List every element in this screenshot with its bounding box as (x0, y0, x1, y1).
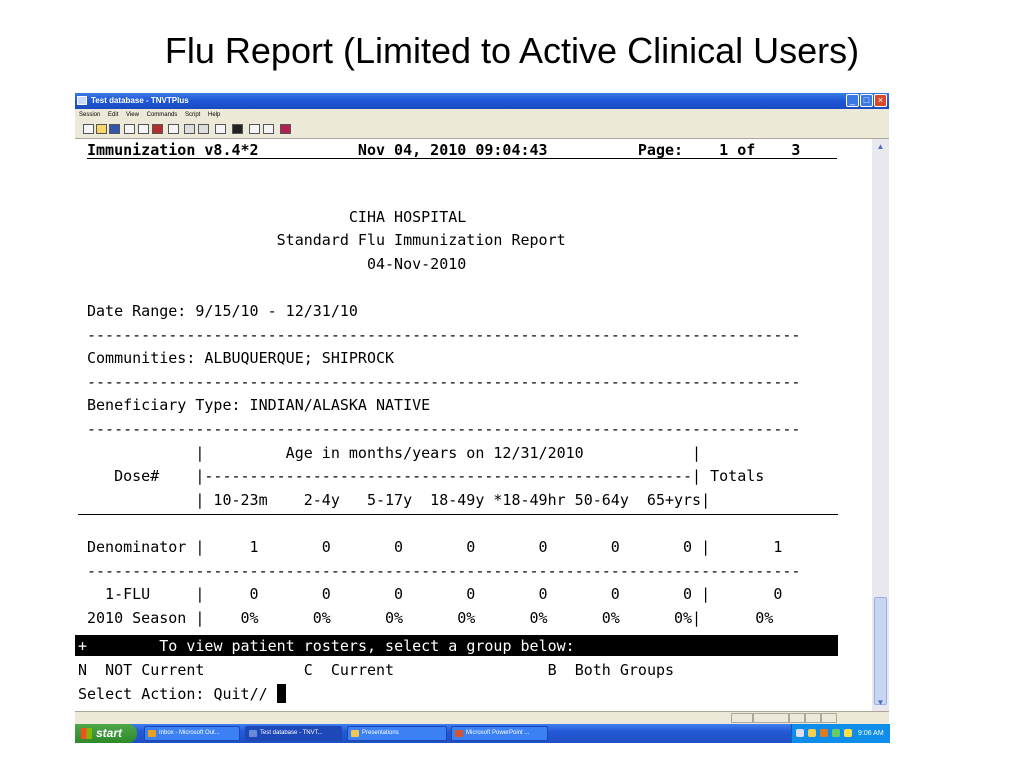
select-action-text: Select Action: Quit// (78, 685, 277, 703)
group-options: N NOT Current C Current B Both Groups (78, 661, 675, 679)
status-cell (731, 713, 753, 723)
menu-edit[interactable]: Edit (108, 112, 118, 118)
maximize-button[interactable]: □ (860, 94, 873, 107)
report-line: ----------------------------------------… (87, 420, 801, 438)
system-tray: 9:06 AM (791, 724, 890, 743)
menu-session[interactable]: Session (79, 112, 100, 118)
terminal-screen[interactable]: Immunization v8.4*2 Nov 04, 2010 09:04:4… (75, 139, 872, 711)
macro-icon[interactable] (263, 124, 274, 134)
toolbar (75, 121, 889, 139)
taskbar-button-presentations[interactable]: Presentations (347, 726, 447, 741)
report-line: Standard Flu Immunization Report (87, 231, 566, 250)
scroll-thumb[interactable] (874, 597, 887, 705)
minimize-button[interactable]: _ (846, 94, 859, 107)
header-underline (87, 158, 837, 159)
select-action-prompt[interactable]: Select Action: Quit// (78, 684, 286, 703)
report-line: Denominator | 1 0 0 0 0 0 0 | 1 (87, 538, 783, 556)
window-title: Test database - TNVTPlus (91, 96, 189, 105)
taskbar-button-powerpoint[interactable]: Microsoft PowerPoint ... (451, 726, 548, 741)
tray-mail-icon[interactable] (808, 729, 816, 737)
start-button[interactable]: start (75, 724, 137, 743)
report-line: | 10-23m 2-4y 5-17y 18-49y *18-49hr 50-6… (87, 490, 711, 509)
report-line: CIHA HOSPITAL (87, 207, 467, 226)
taskbar-button-outlook[interactable]: Inbox - Microsoft Out... (144, 726, 240, 741)
tray-app-icon[interactable] (820, 729, 828, 737)
report-line: 04-Nov-2010 (87, 254, 467, 273)
report-line: | Age in months/years on 12/31/2010 | (87, 443, 702, 462)
report-line: ----------------------------------------… (87, 561, 801, 580)
copy-icon[interactable] (184, 124, 195, 134)
save-icon[interactable] (109, 124, 120, 134)
keyboard-icon[interactable] (232, 124, 243, 134)
menu-commands[interactable]: Commands (147, 112, 178, 118)
taskbar: start Inbox - Microsoft Out... Test data… (75, 724, 890, 743)
display-icon[interactable] (215, 124, 226, 134)
scroll-up-icon[interactable]: ▲ (874, 140, 887, 153)
status-cell (753, 713, 789, 723)
folder-icon (351, 730, 359, 737)
status-bar (75, 711, 889, 724)
report-line: 2010 Season | 0% 0% 0% 0% 0% 0% 0%| 0% (87, 608, 774, 627)
report-line: Communities: ALBUQUERQUE; SHIPROCK (87, 349, 395, 368)
record-icon[interactable] (152, 124, 163, 134)
report-line: ----------------------------------------… (87, 372, 801, 391)
powerpoint-icon (455, 730, 463, 737)
tray-network-icon[interactable] (832, 729, 840, 737)
grid-icon[interactable] (138, 124, 149, 134)
text-cursor (276, 684, 286, 703)
menu-help[interactable]: Help (208, 112, 220, 118)
report-line: Beneficiary Type: INDIAN/ALASKA NATIVE (87, 396, 431, 415)
window-titlebar[interactable]: Test database - TNVTPlus _ □ × (75, 93, 889, 109)
report-line: Date Range: 9/15/10 - 12/31/10 (87, 302, 358, 320)
clock: 9:06 AM (858, 730, 884, 737)
vertical-scrollbar[interactable]: ▲ ▼ (872, 139, 889, 711)
run-icon[interactable] (280, 124, 291, 134)
slide-title: Flu Report (Limited to Active Clinical U… (164, 30, 860, 71)
report-line: ----------------------------------------… (87, 325, 801, 344)
close-button[interactable]: × (874, 94, 887, 107)
scroll-down-icon[interactable]: ▼ (874, 696, 887, 709)
menu-script[interactable]: Script (185, 112, 200, 118)
new-icon[interactable] (83, 124, 94, 134)
outlook-icon (148, 730, 156, 737)
terminal-icon (249, 730, 257, 737)
paste-icon[interactable] (198, 124, 209, 134)
report-header-line: Immunization v8.4*2 Nov 04, 2010 09:04:4… (87, 141, 810, 159)
properties-icon[interactable] (124, 124, 135, 134)
report-line: Dose# |---------------------------------… (87, 467, 765, 486)
open-icon[interactable] (96, 124, 107, 134)
terminal-window: Test database - TNVTPlus _ □ × Session E… (75, 93, 890, 743)
table-rule (78, 514, 838, 515)
tray-security-icon[interactable] (844, 729, 852, 737)
menu-bar: Session Edit View Commands Script Help (75, 109, 889, 121)
app-icon (77, 96, 87, 105)
prompt-bar-text: + To view patient rosters, select a grou… (78, 637, 575, 655)
menu-view[interactable]: View (126, 112, 139, 118)
tray-arrow-icon[interactable] (796, 729, 804, 737)
windows-logo-icon (81, 728, 92, 739)
status-cell (821, 713, 837, 723)
report-line: 1-FLU | 0 0 0 0 0 0 0 | 0 (87, 585, 783, 604)
transfer-icon[interactable] (249, 124, 260, 134)
print-icon[interactable] (168, 124, 179, 134)
taskbar-button-terminal[interactable]: Test database - TNVT... (245, 726, 342, 741)
status-cell (805, 713, 821, 723)
status-cell (789, 713, 805, 723)
